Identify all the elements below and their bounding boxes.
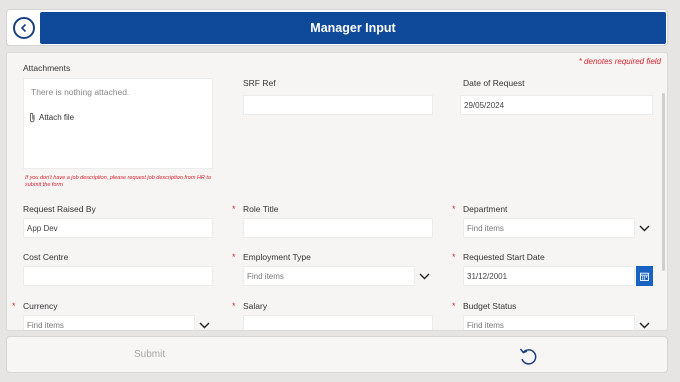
footer-bar: Submit <box>6 336 668 373</box>
employment-type-required-mark: * <box>232 252 236 262</box>
paperclip-icon <box>29 112 35 123</box>
date-picker-button[interactable] <box>636 266 653 286</box>
requested-start-date-label: Requested Start Date <box>463 252 545 262</box>
attachments-box: There is nothing attached. Attach file <box>23 78 213 169</box>
requested-start-date-input[interactable]: 31/12/2001 <box>463 266 635 286</box>
currency-placeholder: Find items <box>27 320 64 330</box>
role-title-input[interactable] <box>243 218 433 238</box>
form-panel: * denotes required field Attachments The… <box>6 52 668 331</box>
form-scrollbar[interactable] <box>662 93 665 271</box>
reset-button[interactable] <box>517 345 539 367</box>
calendar-icon <box>640 272 649 281</box>
currency-combobox[interactable]: Find items <box>23 315 195 330</box>
chevron-left-icon <box>20 23 27 33</box>
attachments-empty-text: There is nothing attached. <box>31 87 130 97</box>
cost-centre-input[interactable] <box>23 266 213 286</box>
back-button[interactable] <box>13 17 35 39</box>
chevron-down-icon[interactable] <box>637 318 651 330</box>
request-raised-by-label: Request Raised By <box>23 204 96 214</box>
department-label: Department <box>463 204 508 214</box>
title-bar: Manager Input <box>40 12 666 44</box>
department-placeholder: Find items <box>467 223 504 233</box>
date-of-request-label: Date of Request <box>463 78 525 88</box>
budget-status-combobox[interactable]: Find items <box>463 315 635 330</box>
employment-type-label: Employment Type <box>243 252 311 262</box>
required-field-note: * denotes required field <box>578 57 661 66</box>
employment-type-placeholder: Find items <box>247 271 284 281</box>
srf-ref-input[interactable] <box>243 95 433 115</box>
currency-required-mark: * <box>12 301 16 311</box>
budget-status-label: Budget Status <box>463 301 517 311</box>
chevron-down-icon[interactable] <box>637 221 651 235</box>
srf-ref-label: SRF Ref <box>243 78 276 88</box>
requested-start-date-required-mark: * <box>452 252 456 262</box>
app-frame: Manager Input * denotes required field A… <box>0 0 680 382</box>
salary-label: Salary <box>243 301 268 311</box>
role-title-label: Role Title <box>243 204 279 214</box>
page-title: Manager Input <box>310 21 396 35</box>
job-description-warning: If you don't have a job description, ple… <box>25 175 212 188</box>
currency-label: Currency <box>23 301 58 311</box>
chevron-down-icon[interactable] <box>417 269 431 283</box>
date-of-request-input[interactable]: 29/05/2024 <box>460 95 653 115</box>
request-raised-by-input[interactable]: App Dev <box>23 218 213 238</box>
chevron-down-icon[interactable] <box>197 318 211 330</box>
salary-input[interactable] <box>243 315 433 330</box>
budget-status-placeholder: Find items <box>467 320 504 330</box>
department-required-mark: * <box>452 204 456 214</box>
undo-icon <box>519 348 537 365</box>
salary-required-mark: * <box>232 301 236 311</box>
header-bar: Manager Input <box>6 9 668 46</box>
budget-status-required-mark: * <box>452 301 456 311</box>
submit-button[interactable]: Submit <box>134 349 165 360</box>
attach-file-label: Attach file <box>39 113 75 122</box>
attach-file-button[interactable]: Attach file <box>28 112 74 123</box>
employment-type-combobox[interactable]: Find items <box>243 266 415 286</box>
role-title-required-mark: * <box>232 204 236 214</box>
cost-centre-label: Cost Centre <box>23 252 69 262</box>
department-combobox[interactable]: Find items <box>463 218 635 238</box>
attachments-label: Attachments <box>23 63 71 73</box>
